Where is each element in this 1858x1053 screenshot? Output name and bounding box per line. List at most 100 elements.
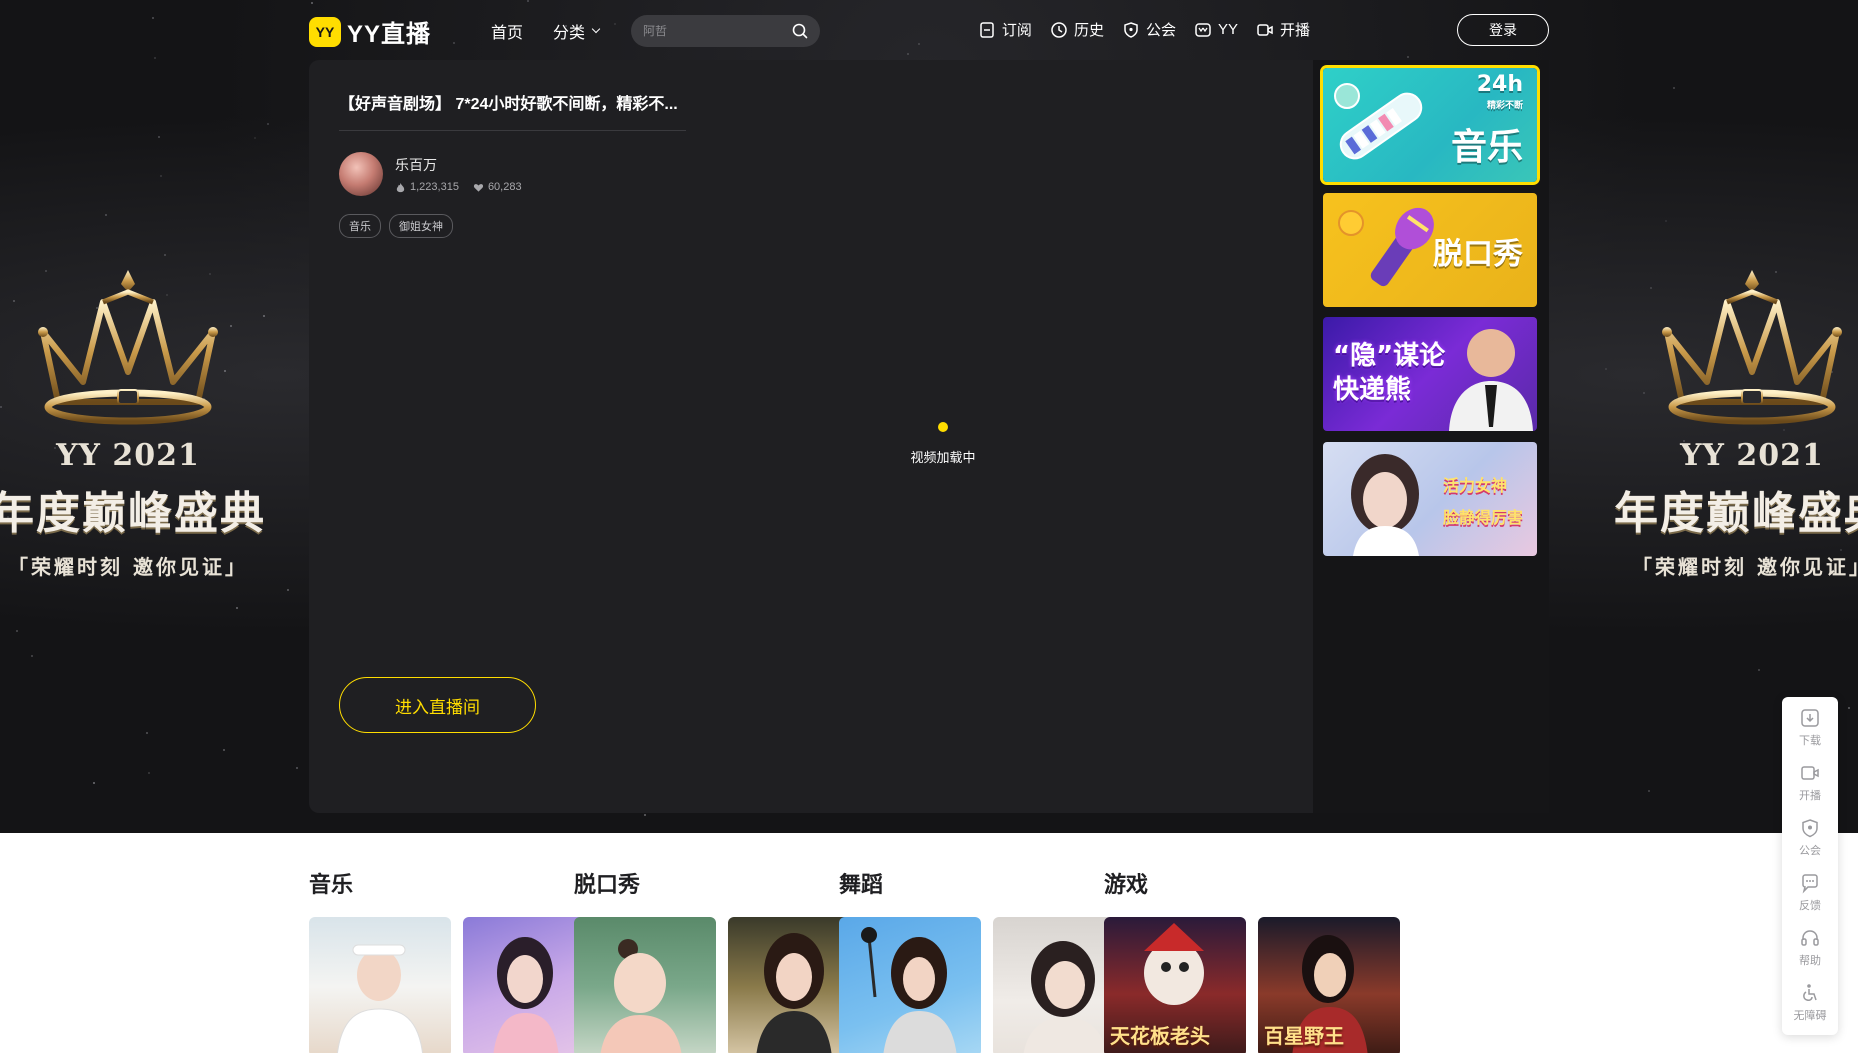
heat-stat: 1,223,315: [395, 181, 459, 193]
enter-room-button[interactable]: 进入直播间: [339, 677, 536, 733]
channel-badge-sub: 精彩不断: [1486, 101, 1523, 111]
channel-card-goddess[interactable]: 活力女神 脸静得厉害: [1323, 442, 1537, 556]
live-thumbnail[interactable]: [574, 917, 716, 1053]
streamer-image: [861, 927, 957, 1053]
divider: [339, 130, 686, 131]
star: [295, 766, 298, 769]
nav-home-link[interactable]: 首页: [491, 19, 523, 43]
accessibility-label: 无障碍: [1793, 1010, 1827, 1022]
guild-button[interactable]: 公会: [1799, 817, 1821, 858]
shield-icon: [1802, 819, 1818, 838]
subscribe-icon: [980, 21, 994, 38]
thumbnail-row: [839, 917, 1135, 1053]
channel-badge: 24h: [1476, 72, 1523, 97]
star: [253, 137, 256, 140]
event-banner-right: YY 2021 年度巅峰盛典 「荣耀时刻 邀你见证」: [1602, 262, 1858, 580]
live-thumbnail[interactable]: 百星野王: [1258, 917, 1400, 1053]
feedback-icon: [1802, 874, 1818, 894]
likes-value: 60,283: [487, 181, 522, 193]
category-games: 游戏 天花板老头 百星野王: [1104, 867, 1401, 1053]
thumbnail-row: 天花板老头 百星野王: [1104, 917, 1400, 1053]
nav-history[interactable]: 历史: [1050, 19, 1104, 40]
channel-label: “隐”谋论 快递熊: [1333, 341, 1446, 405]
category-title[interactable]: 脱口秀: [574, 867, 871, 899]
star: [105, 213, 108, 216]
nav-golive[interactable]: 开播: [1256, 19, 1310, 40]
live-thumbnail[interactable]: 天花板老头: [1104, 917, 1246, 1053]
star: [1848, 706, 1851, 709]
avatar[interactable]: [339, 152, 383, 196]
category-title[interactable]: 游戏: [1104, 867, 1401, 899]
event-year: YY 2021: [1680, 438, 1824, 473]
streamer-image: [600, 939, 682, 1053]
thumbnail-caption: 百星野王: [1264, 1024, 1344, 1048]
channel-label: 音乐: [1450, 127, 1523, 168]
streamer-image: [337, 944, 423, 1053]
star: [31, 654, 34, 657]
channel-card-show[interactable]: “隐”谋论 快递熊: [1323, 317, 1537, 431]
shield-icon: [1124, 21, 1138, 38]
download-button[interactable]: 下载: [1799, 707, 1821, 748]
accessibility-button[interactable]: 无障碍: [1794, 982, 1827, 1023]
live-thumbnail[interactable]: [309, 917, 451, 1053]
event-subtitle: 「荣耀时刻 邀你见证」: [8, 555, 248, 579]
golive-button[interactable]: 开播: [1799, 762, 1821, 803]
heat-value: 1,223,315: [410, 181, 459, 193]
nav-category-dropdown[interactable]: 分类: [553, 19, 601, 43]
star: [1757, 668, 1760, 671]
event-year: YY 2021: [56, 438, 200, 473]
nav-category-label: 分类: [553, 25, 586, 42]
floating-toolbar: 下载 开播 公会 反馈 帮助 无障碍: [1782, 697, 1838, 1035]
accessibility-icon: [1803, 984, 1817, 1001]
category-title[interactable]: 舞蹈: [839, 867, 1136, 899]
star: [93, 782, 96, 785]
heart-icon: [473, 183, 484, 192]
channel-card-music[interactable]: 24h 精彩不断 音乐: [1323, 68, 1537, 182]
tag-list: 音乐 御姐女神: [339, 214, 453, 238]
category-sections: 音乐 脱口秀 舞蹈 游戏 天花板老头 百星野王: [309, 833, 1549, 1053]
thumbnail-caption: 天花板老头: [1110, 1024, 1210, 1048]
channel-card-talkshow[interactable]: 脱口秀: [1323, 193, 1537, 307]
tag-item[interactable]: 御姐女神: [389, 214, 453, 238]
live-thumbnail[interactable]: [839, 917, 981, 1053]
logo-badge: YY: [309, 16, 341, 47]
star: [147, 771, 150, 774]
anchor-name[interactable]: 乐百万: [395, 155, 522, 175]
nav-subscribe[interactable]: 订阅: [978, 19, 1032, 40]
star: [1647, 789, 1650, 792]
login-button[interactable]: 登录: [1457, 14, 1549, 46]
star: [236, 606, 239, 609]
crown-icon: [1662, 270, 1842, 425]
nav-history-label: 历史: [1073, 22, 1104, 39]
logo[interactable]: YY YY直播: [309, 14, 431, 49]
chevron-down-icon: [591, 24, 601, 34]
feedback-button[interactable]: 反馈: [1799, 872, 1821, 913]
likes-stat: 60,283: [473, 181, 522, 193]
crown-icon: [38, 270, 218, 425]
camera-icon: [1801, 766, 1819, 780]
search-box: [631, 15, 820, 47]
star: [223, 748, 226, 751]
headset-icon: [1801, 930, 1819, 946]
anchor-info: 乐百万 1,223,315 60,283: [339, 152, 522, 196]
search-icon[interactable]: [792, 23, 808, 39]
download-icon: [1801, 709, 1819, 727]
category-title[interactable]: 音乐: [309, 867, 606, 899]
live-room-title: 【好声音剧场】 7*24小时好歌不间断，精彩不...: [339, 96, 678, 113]
nav-yy[interactable]: YY: [1194, 21, 1238, 39]
search-input[interactable]: [643, 15, 783, 47]
download-label: 下载: [1799, 735, 1821, 747]
guild-label: 公会: [1799, 845, 1821, 857]
nav-yy-label: YY: [1217, 21, 1238, 38]
star: [15, 629, 18, 632]
help-button[interactable]: 帮助: [1799, 927, 1821, 968]
event-title: 年度巅峰盛典: [1614, 488, 1858, 539]
event-banner-left: YY 2021 年度巅峰盛典 「荣耀时刻 邀你见证」: [0, 262, 278, 580]
star: [1672, 87, 1675, 90]
nav-guild[interactable]: 公会: [1122, 19, 1176, 40]
category-music: 音乐: [309, 867, 606, 1053]
anchor-stats: 1,223,315 60,283: [395, 181, 522, 193]
tag-item[interactable]: 音乐: [339, 214, 381, 238]
flame-icon: [396, 182, 405, 192]
nav-subscribe-label: 订阅: [1001, 22, 1032, 39]
